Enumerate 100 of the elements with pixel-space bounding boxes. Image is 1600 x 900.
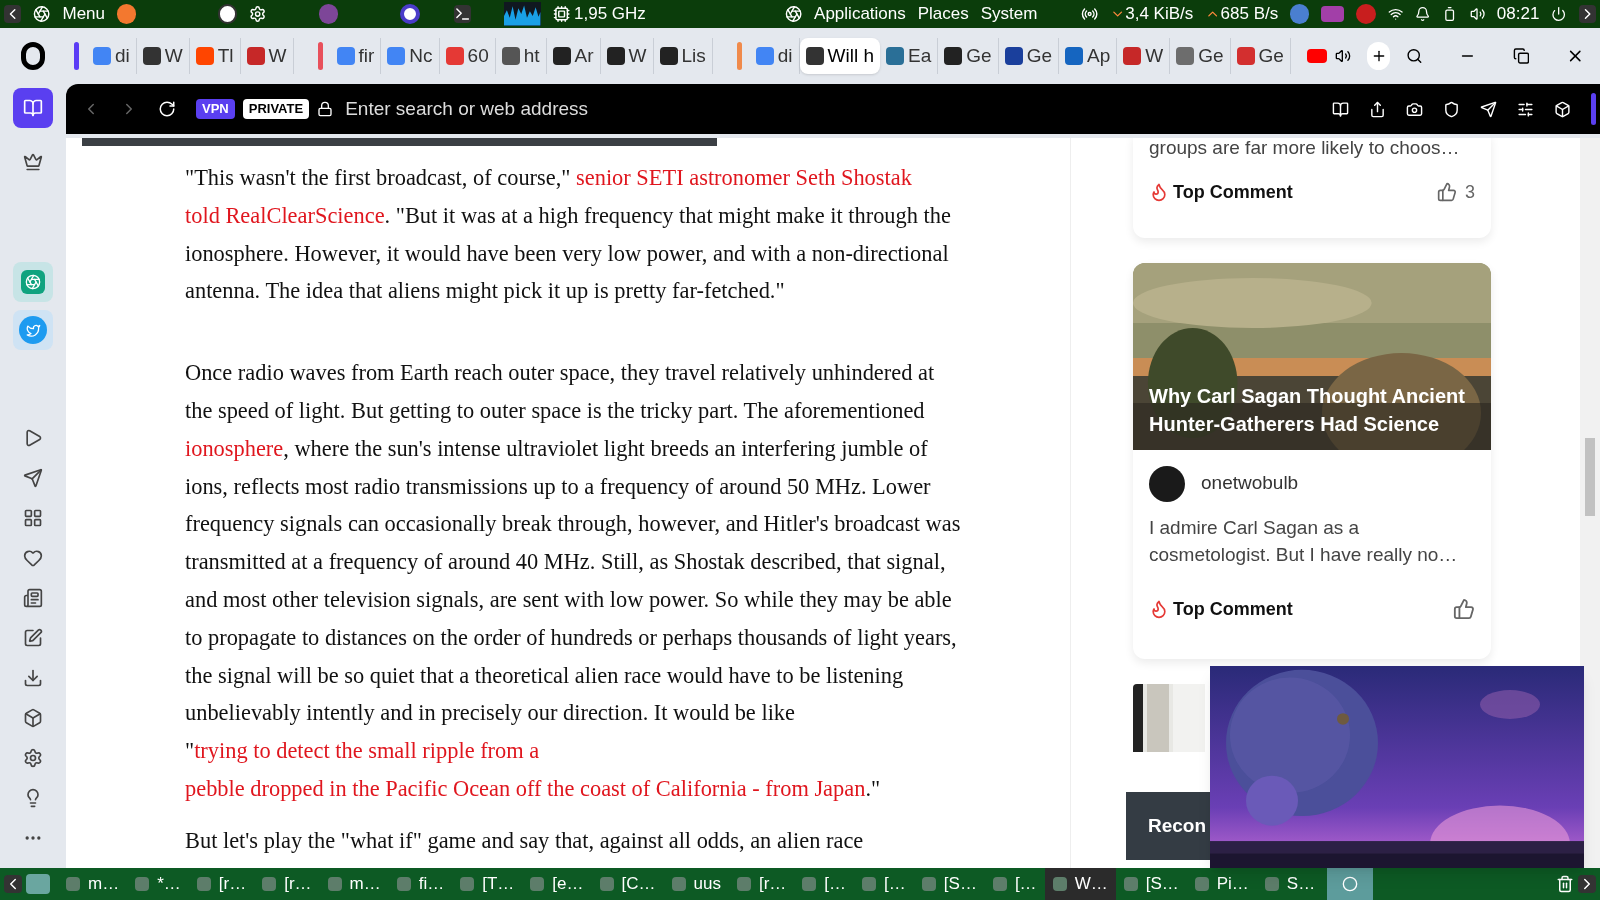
new-tab-button[interactable] — [1366, 42, 1391, 70]
torrent-icon[interactable] — [1290, 4, 1310, 24]
reader-icon[interactable] — [1332, 100, 1349, 118]
browser-tab[interactable]: Ea — [880, 38, 939, 74]
browser-tab[interactable]: Tl — [189, 38, 241, 74]
taskbar-item[interactable]: [S… — [1115, 868, 1187, 900]
taskbar-item[interactable]: [r… — [728, 868, 795, 900]
browser-tab[interactable]: Ap — [1059, 38, 1118, 74]
taskbar-item[interactable]: [… — [984, 868, 1045, 900]
camera-icon[interactable] — [1406, 100, 1423, 118]
settings-sliders-icon[interactable] — [1517, 100, 1534, 118]
edit-icon[interactable] — [23, 628, 43, 648]
restore-icon[interactable] — [1512, 46, 1530, 66]
browser-tab[interactable]: Lis — [653, 38, 713, 74]
app-icon[interactable] — [217, 4, 237, 24]
download-speed: 3,4 KiB/s — [1125, 3, 1194, 26]
opera-logo-icon[interactable] — [21, 42, 45, 70]
bird-icon — [25, 322, 41, 338]
browser-tab[interactable]: 60 — [439, 38, 496, 74]
browser-tab[interactable]: Ge — [1230, 38, 1291, 74]
search-icon[interactable] — [1406, 46, 1424, 66]
browser-tab[interactable]: Will h — [799, 38, 881, 74]
lock-icon[interactable] — [317, 101, 334, 117]
vpn-badge[interactable]: VPN — [196, 99, 235, 119]
browser-tab[interactable]: Ge — [998, 38, 1059, 74]
browser-tab[interactable]: Ar — [546, 38, 601, 74]
address-field[interactable]: Enter search or web address — [345, 94, 946, 124]
taskbar-item[interactable]: [… — [794, 868, 855, 900]
taskbar-item[interactable]: *… — [127, 868, 189, 900]
gears-icon[interactable] — [249, 5, 267, 23]
active-window-item[interactable] — [1327, 868, 1374, 900]
grid-icon[interactable] — [23, 508, 43, 528]
share-icon[interactable] — [1369, 100, 1386, 118]
taskbar-item[interactable]: [… — [854, 868, 914, 900]
scrollbar[interactable] — [1580, 138, 1600, 868]
trash-icon[interactable] — [1556, 875, 1574, 893]
taskbar-item[interactable]: [S… — [913, 868, 985, 900]
clock[interactable]: 08:21 — [1496, 1, 1540, 27]
article-link[interactable]: pebble dropped in the Pacific Ocean off the coast of California - from Japan — [185, 775, 866, 801]
taskbar-item[interactable]: fi… — [388, 868, 453, 900]
panel-menu[interactable]: Applications — [814, 1, 906, 27]
cpu-icon[interactable] — [552, 5, 571, 23]
taskbar-item[interactable]: uus — [663, 868, 729, 900]
browser-tab[interactable]: Ge — [1170, 38, 1231, 74]
browser-tab[interactable]: fir — [330, 38, 382, 74]
news-icon[interactable] — [23, 588, 43, 608]
browser-tab[interactable]: W — [240, 38, 294, 74]
article-link[interactable]: ionosphere — [185, 435, 284, 461]
taskbar-item[interactable]: [r… — [254, 868, 320, 900]
cube-icon[interactable] — [23, 708, 43, 728]
chatgpt-button[interactable] — [13, 262, 53, 302]
network-icon[interactable] — [1080, 5, 1098, 23]
browser-icon[interactable] — [117, 4, 137, 24]
thumbs-up-icon[interactable] — [1437, 182, 1457, 202]
volume-icon[interactable] — [1469, 6, 1485, 22]
speaker-icon[interactable] — [1334, 48, 1351, 64]
taskbar-item[interactable]: [C… — [591, 868, 664, 900]
taskbar-item[interactable]: S… — [1256, 868, 1324, 900]
browser-tab[interactable]: W — [600, 38, 654, 74]
reload-icon[interactable] — [158, 100, 176, 118]
browser-tab[interactable]: Ge — [938, 38, 999, 74]
player-icon[interactable] — [23, 428, 43, 448]
article-link[interactable]: senior SETI astronomer Seth Shostak — [576, 165, 912, 190]
terminal-icon[interactable] — [453, 5, 471, 23]
wifi-icon[interactable] — [1387, 6, 1403, 22]
article-link[interactable]: trying to detect the small ripple from a — [194, 738, 540, 764]
browser-tab[interactable]: di — [749, 38, 800, 74]
panel-menu[interactable]: Places — [917, 1, 969, 27]
browser-tab[interactable]: W — [136, 38, 190, 74]
browser-tab[interactable]: di — [87, 38, 137, 74]
book-icon — [23, 98, 43, 118]
taskbar-item[interactable]: [r… — [188, 868, 255, 900]
send-icon[interactable] — [23, 468, 43, 488]
crown-icon[interactable] — [23, 152, 43, 172]
browser-tab[interactable]: ht — [495, 38, 547, 74]
article-link[interactable]: told RealClearScience — [185, 202, 385, 228]
heart-icon[interactable] — [23, 548, 43, 568]
browser-tab[interactable]: W — [1117, 38, 1171, 74]
browser-tab[interactable]: Nc — [381, 38, 440, 74]
cpu-graph-icon — [504, 2, 541, 26]
thumbs-up-icon[interactable] — [1453, 598, 1475, 620]
sidebar-accent — [1591, 93, 1596, 125]
youtube-icon[interactable] — [1306, 49, 1327, 63]
taskbar-item[interactable]: W… — [1044, 868, 1116, 900]
panel-menu[interactable]: System — [980, 1, 1038, 27]
comment-label: Top Comment — [1173, 597, 1293, 621]
menu-button[interactable]: Menu — [62, 1, 106, 27]
username[interactable]: onetwobulb — [1201, 469, 1299, 498]
article-paragraph: But let's play the "what if" game and say that, against all odds, an alien race — [185, 826, 865, 855]
power-icon[interactable] — [1551, 6, 1567, 22]
taskbar-item[interactable]: [e… — [522, 868, 592, 900]
taskbar-item[interactable]: Pi… — [1186, 868, 1257, 900]
bell-icon[interactable] — [1414, 6, 1431, 22]
shield-icon[interactable] — [1443, 100, 1460, 118]
download-icon[interactable] — [23, 668, 43, 688]
settings-icon[interactable] — [23, 748, 43, 768]
taskbar-item[interactable]: [T… — [452, 868, 523, 900]
taskbar-item[interactable]: m… — [58, 868, 128, 900]
workspace-button[interactable] — [13, 88, 53, 128]
taskbar-item[interactable]: m… — [319, 868, 389, 900]
